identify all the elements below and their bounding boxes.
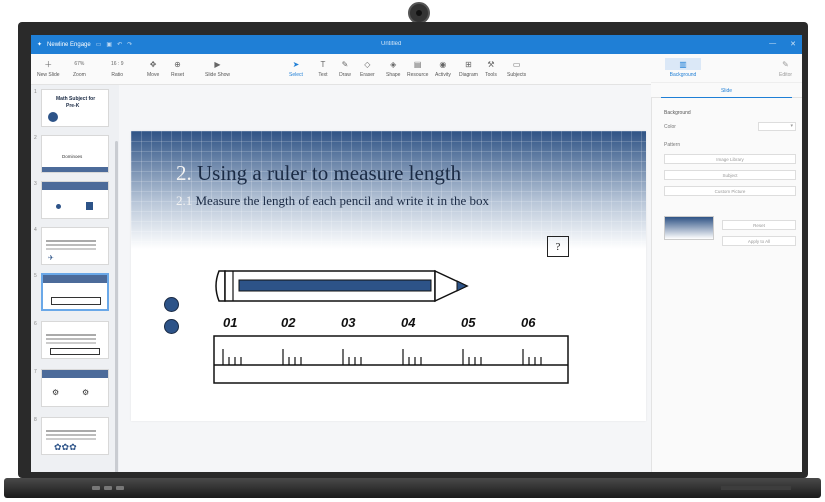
ratio-value: 16 : 9	[111, 61, 124, 67]
ruler-label: 06	[521, 315, 536, 330]
plus-icon: ＋	[44, 59, 53, 69]
pencil-image[interactable]	[213, 269, 473, 303]
close-icon[interactable]: ✕	[790, 40, 796, 48]
play-icon: ▶	[214, 59, 221, 69]
draw-tool[interactable]: ✎ Draw	[339, 58, 351, 79]
select-tool[interactable]: ➤ Select	[289, 58, 303, 79]
document-title[interactable]: Untitled	[381, 41, 401, 47]
slide-thumb-2[interactable]: Dominoes	[41, 135, 109, 173]
undo-icon[interactable]: ↶	[117, 41, 122, 48]
ruler-label: 02	[281, 315, 296, 330]
app-window: ✦ Newline Engage ▭ ▣ ↶ ↷ Untitled — ✕ ＋ …	[31, 35, 802, 472]
open-icon[interactable]: ▭	[96, 41, 102, 48]
tools-icon: ⚒	[487, 59, 495, 69]
pen-icon: ✎	[782, 59, 789, 69]
background-properties-panel: Background Color ▾ Pattern Image Library…	[651, 98, 802, 472]
slide-thumb-5[interactable]	[41, 273, 109, 311]
slide-background-grid	[131, 131, 646, 249]
zoom-button[interactable]: 67% Zoom	[73, 58, 86, 78]
circle-marker[interactable]	[164, 297, 179, 312]
slide-thumb-7[interactable]: ⚙ ⚙	[41, 369, 109, 407]
answer-box[interactable]: ?	[547, 236, 569, 257]
apply-to-all-button[interactable]: Apply to All	[722, 236, 796, 246]
eraser-icon: ◇	[364, 59, 371, 69]
reset-icon: ⊕	[174, 59, 181, 69]
ruler-label: 01	[223, 315, 238, 330]
shape-tool[interactable]: ◈ Shape	[386, 58, 400, 79]
slide-instruction[interactable]: 2.1 Measure the length of each pencil an…	[176, 193, 489, 209]
background-preview	[664, 216, 714, 240]
background-icon: ▥	[665, 58, 701, 70]
minimize-icon[interactable]: —	[769, 40, 776, 48]
slide-canvas-area: 2. Using a ruler to measure length 2.1 M…	[119, 85, 651, 472]
slide-thumb-8[interactable]: ✿✿✿	[41, 417, 109, 455]
webcam	[408, 2, 430, 24]
tab-background[interactable]: ▥ Background	[665, 58, 701, 78]
diagram-tool[interactable]: ⊞ Diagram	[459, 58, 478, 79]
subjects-icon: ▭	[512, 59, 521, 69]
ruler-label: 03	[341, 315, 356, 330]
move-icon: ✥	[149, 59, 157, 69]
pattern-label: Pattern	[664, 142, 681, 148]
ruler-image[interactable]	[213, 335, 569, 385]
thumbnail-scrollbar[interactable]	[115, 141, 118, 472]
slide-thumb-1[interactable]: Math Subject for Pre-K	[41, 89, 109, 127]
image-library-button[interactable]: Image Library	[664, 154, 796, 164]
slide-thumb-4[interactable]: ✈	[41, 227, 109, 265]
zoom-value: 67%	[74, 61, 85, 67]
color-picker[interactable]: ▾	[758, 122, 796, 131]
slide-show-button[interactable]: ▶ Slide Show	[205, 58, 230, 79]
slide-thumb-3[interactable]	[41, 181, 109, 219]
subjects-tool[interactable]: ▭ Subjects	[507, 58, 526, 79]
resource-tool[interactable]: ▤ Resource	[407, 58, 428, 79]
tab-editor[interactable]: ✎ Editor	[779, 58, 792, 79]
cursor-icon: ➤	[292, 59, 300, 69]
activity-icon: ◉	[439, 59, 447, 69]
text-icon: T	[320, 59, 326, 69]
current-slide[interactable]: 2. Using a ruler to measure length 2.1 M…	[131, 131, 646, 421]
app-name: Newline Engage	[47, 41, 91, 48]
color-label: Color	[664, 124, 676, 130]
reset-background-button[interactable]: Reset	[722, 220, 796, 230]
reset-button[interactable]: ⊕ Reset	[171, 58, 184, 79]
custom-picture-button[interactable]: Custom Picture	[664, 186, 796, 196]
subject-button[interactable]: Subject	[664, 170, 796, 180]
slide-heading[interactable]: 2. Using a ruler to measure length	[176, 161, 461, 186]
title-bar: ✦ Newline Engage ▭ ▣ ↶ ↷ Untitled — ✕	[31, 35, 802, 54]
text-tool[interactable]: T Text	[317, 58, 329, 79]
ratio-button[interactable]: 16 : 9 Ratio	[111, 58, 124, 78]
app-logo-icon: ✦	[37, 42, 43, 48]
ruler-label: 04	[401, 315, 416, 330]
tab-slide[interactable]: Slide	[651, 82, 802, 98]
pen-icon: ✎	[341, 59, 349, 69]
display-base	[4, 478, 821, 498]
eraser-tool[interactable]: ◇ Eraser	[360, 58, 375, 79]
section-title: Background	[664, 110, 691, 116]
speaker-grille	[721, 486, 791, 490]
redo-icon[interactable]: ↷	[127, 41, 132, 48]
ruler-label: 05	[461, 315, 476, 330]
resource-icon: ▤	[413, 59, 422, 69]
save-icon[interactable]: ▣	[106, 41, 112, 48]
diagram-icon: ⊞	[465, 59, 472, 69]
activity-tool[interactable]: ◉ Activity	[435, 58, 451, 79]
properties-panel-header: ▥ Background ✎ Editor Slide	[651, 54, 802, 98]
hardware-buttons	[92, 486, 124, 490]
slide-thumb-6[interactable]	[41, 321, 109, 359]
move-button[interactable]: ✥ Move	[147, 58, 159, 79]
circle-marker[interactable]	[164, 319, 179, 334]
main-toolbar: ＋ New Slide 67% Zoom 16 : 9 Ratio ✥ Move…	[31, 54, 651, 85]
slide-thumbnails-panel: Math Subject for Pre-K Dominoes ✈ ⚙ ⚙ ✿✿…	[31, 85, 119, 472]
new-slide-button[interactable]: ＋ New Slide	[37, 58, 60, 79]
tools-tool[interactable]: ⚒ Tools	[485, 58, 497, 79]
shape-icon: ◈	[390, 59, 397, 69]
